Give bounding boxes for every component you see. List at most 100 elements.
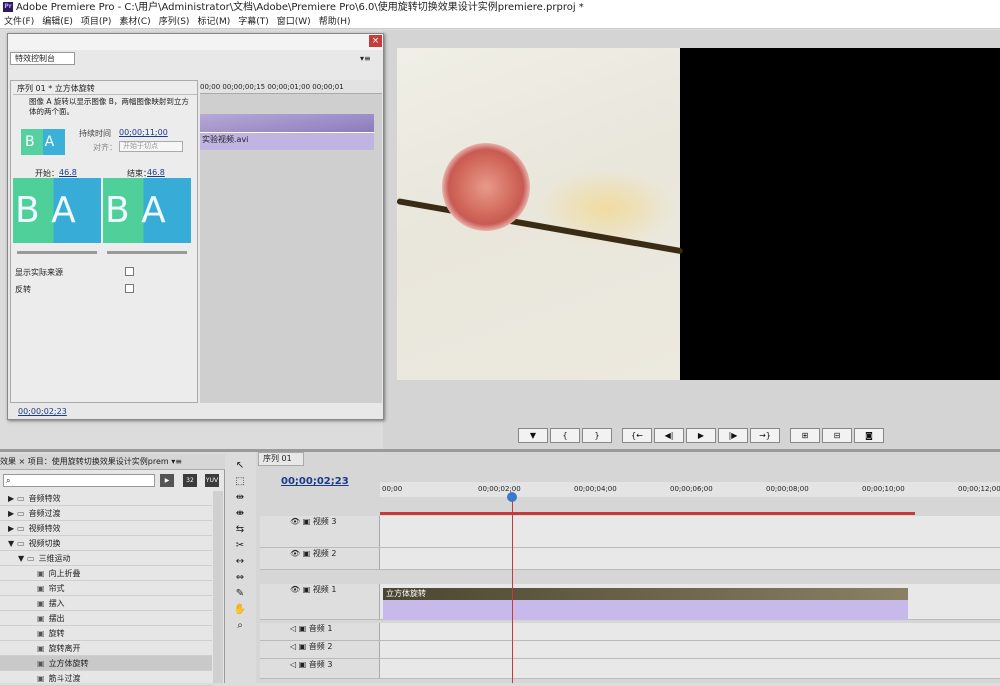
menu-item-7[interactable]: 窗口(W) <box>273 15 315 29</box>
transport-button-6[interactable]: |▶ <box>718 428 748 443</box>
playhead-handle[interactable] <box>507 492 517 502</box>
mini-transition[interactable] <box>200 114 374 132</box>
end-slider[interactable] <box>107 251 187 254</box>
transport-button-1[interactable]: { <box>550 428 580 443</box>
32-bit-button[interactable]: 32 <box>183 474 197 487</box>
accelerated-icon[interactable]: ▶ <box>160 474 174 487</box>
track-row[interactable]: 👁 ▣ 视频 3 <box>260 516 1000 548</box>
menu-item-8[interactable]: 帮助(H) <box>315 15 355 29</box>
mini-ruler[interactable]: 00;00 00;00;00;15 00;00;01;00 00;00;01 <box>200 80 382 94</box>
effects-item[interactable]: ▼ ▭ 视频切换 <box>0 536 212 551</box>
transport-button-3[interactable]: {← <box>622 428 652 443</box>
transport-button-10[interactable]: ◙ <box>854 428 884 443</box>
track-label: 视频 3 <box>312 517 337 526</box>
effects-item[interactable]: ▣ 摆出 <box>0 611 212 626</box>
show-source-checkbox[interactable] <box>125 267 134 276</box>
eye-icon[interactable]: 👁 ▣ <box>290 517 313 526</box>
panel-menu-icon[interactable]: ▾≡ <box>360 54 371 63</box>
track-row[interactable]: 👁 ▣ 视频 2 <box>260 548 1000 570</box>
razor-icon[interactable]: ✂ <box>232 538 248 553</box>
reverse-checkbox[interactable] <box>125 284 134 293</box>
expand-arrow-icon[interactable]: ▼ <box>18 551 27 566</box>
expand-arrow-icon[interactable]: ▶ <box>8 521 17 536</box>
slip-icon[interactable]: ↔ <box>232 554 248 569</box>
effects-item[interactable]: ▣ 立方体旋转 <box>0 656 212 671</box>
menu-item-0[interactable]: 文件(F) <box>0 15 38 29</box>
effects-search-input[interactable]: ⌕ <box>3 474 155 487</box>
effects-item[interactable]: ▣ 筋斗过渡 <box>0 671 212 686</box>
track-select-icon[interactable]: ⬚ <box>232 474 248 489</box>
program-video-frame <box>397 48 1000 380</box>
mini-timeline: 00;00 00;00;00;15 00;00;01;00 00;00;01 实… <box>200 80 382 403</box>
effects-item[interactable]: ▶ ▭ 音频过渡 <box>0 506 212 521</box>
speaker-icon[interactable]: ◁ ▣ <box>290 624 309 633</box>
effects-item-label: 视频特效 <box>28 524 61 533</box>
menu-item-4[interactable]: 序列(S) <box>155 15 194 29</box>
effect-timecode[interactable]: 00;00;02;23 <box>18 407 67 416</box>
effects-item[interactable]: ▼ ▭ 三维运动 <box>0 551 212 566</box>
speaker-icon[interactable]: ◁ ▣ <box>290 660 309 669</box>
close-button[interactable]: × <box>369 35 382 47</box>
ripple-edit-icon[interactable]: ⇹ <box>232 490 248 505</box>
effects-item-label: 立方体旋转 <box>48 659 89 668</box>
duration-value[interactable]: 00;00;11;00 <box>119 128 168 137</box>
tab-effect-controls[interactable]: 特效控制台 <box>10 52 75 65</box>
effects-tabs[interactable]: 效果 × 项目：使用旋转切换效果设计实例prem ▾≡ <box>0 454 225 470</box>
effect-controls-panel: × 特效控制台 ▾≡ 序列 01 * 立方体旋转 图像 A 旋转以显示图像 B，… <box>7 33 384 420</box>
expand-arrow-icon[interactable]: ▶ <box>8 491 17 506</box>
menu-item-2[interactable]: 项目(P) <box>77 15 115 29</box>
transport-button-5[interactable]: ▶ <box>686 428 716 443</box>
end-value[interactable]: 46.8 <box>147 168 165 177</box>
pen-icon[interactable]: ✎ <box>232 586 248 601</box>
effects-item[interactable]: ▶ ▭ 音频特效 <box>0 491 212 506</box>
track-header: 👁 ▣ 视频 1 <box>260 584 380 619</box>
transport-button-7[interactable]: →} <box>750 428 780 443</box>
effects-item[interactable]: ▣ 向上折叠 <box>0 566 212 581</box>
track-row[interactable]: ◁ ▣ 音频 2 <box>260 641 1000 659</box>
effects-item[interactable]: ▣ 旋转离开 <box>0 641 212 656</box>
track-header: ◁ ▣ 音频 2 <box>260 641 380 658</box>
window-title: Adobe Premiere Pro - C:\用户\Administrator… <box>16 2 584 13</box>
transport-button-8[interactable]: ⊞ <box>790 428 820 443</box>
transition-icon: ▣ <box>37 614 45 623</box>
yuv-button[interactable]: YUV <box>205 474 219 487</box>
transport-button-9[interactable]: ⊟ <box>822 428 852 443</box>
slide-icon[interactable]: ⇔ <box>232 570 248 585</box>
expand-arrow-icon[interactable]: ▶ <box>8 506 17 521</box>
transition-thumbnail[interactable]: BA <box>21 129 65 155</box>
sequence-header: 序列 01 * 立方体旋转 <box>13 83 197 95</box>
video-clip[interactable]: 立方体旋转 <box>383 588 908 620</box>
track-row[interactable]: ◁ ▣ 音频 1 <box>260 623 1000 641</box>
effects-item[interactable]: ▶ ▭ 视频特效 <box>0 521 212 536</box>
eye-icon[interactable]: 👁 ▣ <box>290 585 313 594</box>
start-slider[interactable] <box>17 251 97 254</box>
mini-clip[interactable]: 实验视频.avi <box>200 132 374 150</box>
panel-titlebar[interactable] <box>8 34 383 50</box>
transport-button-2[interactable]: } <box>582 428 612 443</box>
zoom-icon[interactable]: ⌕ <box>232 618 248 633</box>
menu-item-6[interactable]: 字幕(T) <box>234 15 273 29</box>
transport-button-4[interactable]: ◀| <box>654 428 684 443</box>
menu-item-1[interactable]: 编辑(E) <box>38 15 77 29</box>
rolling-edit-icon[interactable]: ⇼ <box>232 506 248 521</box>
track-row[interactable]: ◁ ▣ 音频 3 <box>260 659 1000 679</box>
playhead-line[interactable] <box>512 494 513 683</box>
start-value[interactable]: 46.8 <box>59 168 77 177</box>
effects-item[interactable]: ▣ 旋转 <box>0 626 212 641</box>
effects-scrollbar[interactable] <box>213 491 223 683</box>
track-header: ◁ ▣ 音频 3 <box>260 659 380 678</box>
expand-arrow-icon[interactable]: ▼ <box>8 536 17 551</box>
effects-item[interactable]: ▣ 摆入 <box>0 596 212 611</box>
duration-label: 持续时间 <box>79 129 111 138</box>
hand-icon[interactable]: ✋ <box>232 602 248 617</box>
menu-item-3[interactable]: 素材(C) <box>115 15 154 29</box>
effects-item[interactable]: ▣ 帘式 <box>0 581 212 596</box>
speaker-icon[interactable]: ◁ ▣ <box>290 642 309 651</box>
transition-clip-title[interactable]: 立方体旋转 <box>383 588 908 600</box>
menu-item-5[interactable]: 标记(M) <box>193 15 234 29</box>
align-select[interactable]: 开始于切点 <box>119 141 183 152</box>
rate-stretch-icon[interactable]: ⇆ <box>232 522 248 537</box>
transport-button-0[interactable]: ▼ <box>518 428 548 443</box>
selection-tool-icon[interactable]: ↖ <box>232 458 248 473</box>
eye-icon[interactable]: 👁 ▣ <box>290 549 313 558</box>
